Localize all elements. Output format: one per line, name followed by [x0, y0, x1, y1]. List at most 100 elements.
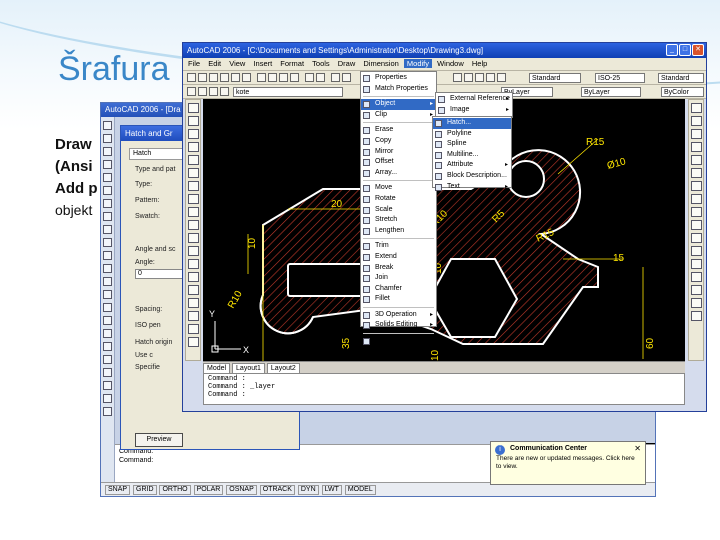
redo-icon[interactable] [316, 73, 325, 82]
bulb-icon[interactable] [198, 87, 207, 96]
menu-item-move[interactable]: Move [361, 183, 436, 194]
close-window-icon[interactable]: ✕ [692, 44, 704, 56]
ellipse-icon[interactable] [188, 220, 199, 230]
linetype-combo[interactable]: ByLayer [581, 87, 641, 97]
menu-item-properties[interactable]: Properties [361, 73, 436, 84]
copy-icon[interactable] [268, 73, 277, 82]
insert-block-icon[interactable] [188, 246, 199, 256]
menu-item-match-properties[interactable]: Match Properties [361, 84, 436, 95]
preview-icon[interactable] [231, 73, 240, 82]
menu-item-fillet[interactable]: Fillet [361, 294, 436, 305]
menu-item-array[interactable]: Array... [361, 168, 436, 179]
menu-item-scale[interactable]: Scale [361, 205, 436, 216]
status-lwt[interactable]: LWT [321, 485, 342, 495]
tool-palettes-icon[interactable] [475, 73, 484, 82]
menu-insert[interactable]: Insert [250, 59, 275, 68]
menu-item-break[interactable]: Break [361, 263, 436, 274]
copy-object-icon[interactable] [691, 116, 702, 126]
menu-item-text[interactable]: Text [433, 182, 511, 193]
status-osnap[interactable]: OSNAP [226, 485, 257, 495]
status-snap[interactable]: SNAP [105, 485, 131, 495]
pan-icon[interactable] [331, 73, 340, 82]
menu-item-multiline[interactable]: Multiline... [433, 150, 511, 161]
menu-dimension[interactable]: Dimension [360, 59, 401, 68]
construction-line-icon[interactable] [188, 116, 199, 126]
menu-item-image[interactable]: Image [436, 105, 512, 116]
join-icon[interactable] [691, 272, 702, 282]
help-icon[interactable] [497, 73, 506, 82]
sheet-set-icon[interactable] [486, 73, 495, 82]
zoom-icon[interactable] [342, 73, 351, 82]
polygon-icon[interactable] [188, 142, 199, 152]
menu-item-copy[interactable]: Copy [361, 136, 436, 147]
menu-item-3d-operation[interactable]: 3D Operation [361, 310, 436, 321]
point-icon[interactable] [188, 272, 199, 282]
rotate-icon[interactable] [691, 181, 702, 191]
paste-icon[interactable] [279, 73, 288, 82]
maximize-icon[interactable]: □ [679, 44, 691, 56]
make-block-icon[interactable] [188, 259, 199, 269]
table-style-combo[interactable]: Standard [658, 73, 704, 83]
circle-icon[interactable] [188, 181, 199, 191]
menu-item-clip[interactable]: Clip [361, 110, 436, 121]
arc-icon[interactable] [188, 168, 199, 178]
menu-tools[interactable]: Tools [309, 59, 333, 68]
menu-draw[interactable]: Draw [335, 59, 359, 68]
publish-icon[interactable] [242, 73, 251, 82]
communication-center-popup[interactable]: i ✕ Communication Center There are new o… [490, 441, 646, 485]
undo-icon[interactable] [305, 73, 314, 82]
match-properties-icon[interactable] [290, 73, 299, 82]
extend-icon[interactable] [691, 233, 702, 243]
menu-item-object[interactable]: Object [361, 99, 436, 110]
menu-format[interactable]: Format [277, 59, 307, 68]
menu-item-lengthen[interactable]: Lengthen [361, 226, 436, 237]
move-icon[interactable] [691, 168, 702, 178]
sun-icon[interactable] [209, 87, 218, 96]
close-icon[interactable]: ✕ [634, 444, 641, 453]
rectangle-icon[interactable] [188, 155, 199, 165]
menu-modify[interactable]: Modify [403, 59, 432, 68]
menu-edit[interactable]: Edit [205, 59, 224, 68]
menu-item-erase[interactable]: Erase [361, 125, 436, 136]
status-polar[interactable]: POLAR [193, 485, 224, 495]
hatch-icon[interactable] [188, 285, 199, 295]
array-icon[interactable] [691, 155, 702, 165]
fillet-icon[interactable] [691, 298, 702, 308]
menu-help[interactable]: Help [469, 59, 490, 68]
menu-item-stretch[interactable]: Stretch [361, 215, 436, 226]
polyline-icon[interactable] [188, 129, 199, 139]
menu-item-solids-editing[interactable]: Solids Editing [361, 320, 436, 331]
menu-item-chamfer[interactable]: Chamfer [361, 284, 436, 295]
open-icon[interactable] [198, 73, 207, 82]
menu-item-mirror[interactable]: Mirror [361, 147, 436, 158]
menu-item-join[interactable]: Join [361, 273, 436, 284]
menu-item-polyline[interactable]: Polyline [433, 129, 511, 140]
line-icon[interactable] [188, 103, 199, 113]
menu-item-explode[interactable]: Explode [361, 336, 436, 347]
chamfer-icon[interactable] [691, 285, 702, 295]
layer-combo[interactable]: kote [233, 87, 343, 97]
menu-item-spline[interactable]: Spline [433, 139, 511, 150]
menu-item-block-description[interactable]: Block Description... [433, 171, 511, 182]
status-dyn[interactable]: DYN [297, 485, 319, 495]
menu-item-hatch[interactable]: Hatch... [433, 118, 511, 129]
offset-icon[interactable] [691, 142, 702, 152]
status-ortho[interactable]: ORTHO [159, 485, 191, 495]
menu-item-external-reference[interactable]: External Reference [436, 94, 512, 105]
scale-icon[interactable] [691, 194, 702, 204]
properties-icon[interactable] [453, 73, 462, 82]
menu-item-trim[interactable]: Trim [361, 241, 436, 252]
layer-manager-icon[interactable] [187, 87, 196, 96]
menu-item-rotate[interactable]: Rotate [361, 194, 436, 205]
erase-icon[interactable] [691, 103, 702, 113]
text-style-combo[interactable]: Standard [529, 73, 581, 83]
gradient-icon[interactable] [188, 298, 199, 308]
menu-file[interactable]: File [185, 59, 203, 68]
table-icon[interactable] [188, 324, 199, 334]
status-grid[interactable]: GRID [133, 485, 157, 495]
status-model[interactable]: MODEL [344, 485, 376, 495]
revision-cloud-icon[interactable] [188, 194, 199, 204]
trim-icon[interactable] [691, 220, 702, 230]
menu-item-extend[interactable]: Extend [361, 252, 436, 263]
break-point-icon[interactable] [691, 246, 702, 256]
